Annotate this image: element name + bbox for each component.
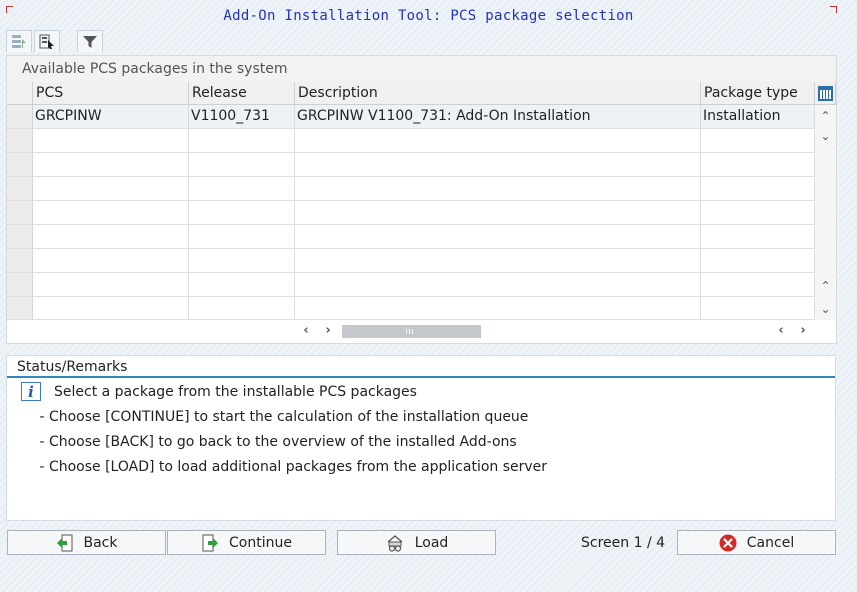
scroll-up-icon[interactable]: ⌃ [815, 108, 836, 124]
table-cell[interactable] [295, 297, 701, 320]
table-cell[interactable] [701, 225, 815, 249]
column-layout-icon [817, 85, 833, 101]
cancel-button-label: Cancel [746, 534, 795, 551]
table-cell[interactable] [701, 177, 815, 201]
table-cell[interactable] [189, 129, 295, 153]
table-cell[interactable] [295, 201, 701, 225]
load-button-label: Load [414, 534, 449, 551]
horizontal-scroll-thumb[interactable] [342, 325, 481, 338]
continue-button[interactable]: Continue [167, 530, 326, 555]
table-cell-package-type[interactable]: Installation [701, 105, 815, 129]
window-title: Add-On Installation Tool: PCS package se… [223, 8, 634, 24]
header-row-selector[interactable] [7, 82, 33, 105]
table-cell[interactable] [33, 273, 189, 297]
cancel-icon [719, 534, 737, 551]
select-block-icon [39, 34, 54, 49]
scroll-left-end-icon[interactable]: ‹ [773, 323, 789, 339]
table-cell[interactable] [189, 153, 295, 177]
select-block-button[interactable] [34, 30, 60, 52]
table-cell[interactable] [189, 225, 295, 249]
table-cell[interactable] [189, 201, 295, 225]
table-cell[interactable] [295, 273, 701, 297]
table-cell[interactable] [189, 177, 295, 201]
table-cell[interactable] [295, 225, 701, 249]
filter-icon [83, 35, 97, 48]
table-cell[interactable] [295, 177, 701, 201]
continue-arrow-icon [202, 534, 219, 551]
column-header-release[interactable]: Release [189, 82, 295, 105]
grip-icon [406, 329, 413, 334]
table-cell-release[interactable]: V1100_731 [189, 105, 295, 129]
column-header-pcs[interactable]: PCS [33, 82, 189, 105]
filter-button[interactable] [77, 30, 103, 52]
table-cell[interactable] [701, 129, 815, 153]
load-button[interactable]: Load [337, 530, 496, 555]
cancel-button[interactable]: Cancel [677, 530, 836, 555]
table-cell[interactable] [295, 249, 701, 273]
table-cell[interactable] [33, 201, 189, 225]
scroll-page-down-icon[interactable]: ⌄ [815, 301, 836, 317]
continue-button-label: Continue [229, 534, 292, 551]
table-cell[interactable] [33, 129, 189, 153]
vertical-scrollbar[interactable]: ⌃ ⌄ ⌃ ⌄ [815, 105, 836, 320]
packages-panel: Available PCS packages in the system PCS… [6, 55, 837, 344]
table-cell[interactable] [33, 297, 189, 320]
scroll-page-up-icon[interactable]: ⌃ [815, 278, 836, 294]
row-selector[interactable] [7, 177, 33, 201]
status-remarks-panel: Status/Remarks i Select a package from t… [6, 355, 836, 521]
row-selector[interactable] [7, 129, 33, 153]
select-all-button[interactable] [6, 30, 32, 52]
table-cell[interactable] [33, 225, 189, 249]
table-cell[interactable] [189, 297, 295, 320]
table-cell[interactable] [33, 177, 189, 201]
horizontal-scrollbar[interactable]: ‹ › ‹ › [7, 320, 836, 343]
table-cell[interactable] [189, 249, 295, 273]
table-cell[interactable] [701, 249, 815, 273]
row-selector[interactable] [7, 225, 33, 249]
table-cell[interactable] [701, 201, 815, 225]
row-selector[interactable] [7, 249, 33, 273]
table-cell-description[interactable]: GRCPINW V1100_731: Add-On Installation [295, 105, 701, 129]
row-selector[interactable] [7, 273, 33, 297]
table-cell[interactable] [189, 273, 295, 297]
row-selector[interactable] [7, 201, 33, 225]
info-icon: i [21, 382, 41, 401]
table-cell[interactable] [701, 153, 815, 177]
packages-panel-title: Available PCS packages in the system [7, 56, 836, 82]
row-selector[interactable] [7, 105, 33, 129]
table-cell[interactable] [701, 297, 815, 320]
back-button[interactable]: Back [7, 530, 166, 555]
row-selector[interactable] [7, 297, 33, 320]
table-cell[interactable] [295, 129, 701, 153]
back-arrow-icon [56, 534, 72, 551]
back-button-label: Back [83, 534, 118, 551]
status-message: - Choose [LOAD] to load additional packa… [35, 459, 548, 475]
select-all-icon [12, 34, 26, 48]
scroll-down-icon[interactable]: ⌄ [815, 128, 836, 144]
table-cell[interactable] [295, 153, 701, 177]
status-message: - Choose [BACK] to go back to the overvi… [35, 434, 517, 450]
table-cell[interactable] [33, 153, 189, 177]
scroll-right-end-icon[interactable]: › [795, 323, 811, 339]
status-remarks-title: Status/Remarks [7, 356, 835, 378]
row-selector[interactable] [7, 153, 33, 177]
table-cell[interactable] [33, 249, 189, 273]
scroll-left-icon[interactable]: ‹ [298, 323, 314, 339]
status-message: Select a package from the installable PC… [54, 384, 417, 400]
column-header-package-type[interactable]: Package type [701, 82, 815, 105]
scroll-right-icon[interactable]: › [320, 323, 336, 339]
load-icon [387, 534, 403, 552]
column-layout-button[interactable] [815, 82, 836, 105]
table-cell[interactable] [701, 273, 815, 297]
table-cell-pcs[interactable]: GRCPINW [33, 105, 189, 129]
column-header-description[interactable]: Description [295, 82, 701, 105]
status-message: - Choose [CONTINUE] to start the calcula… [35, 409, 529, 425]
screen-indicator: Screen 1 / 4 [581, 535, 666, 551]
